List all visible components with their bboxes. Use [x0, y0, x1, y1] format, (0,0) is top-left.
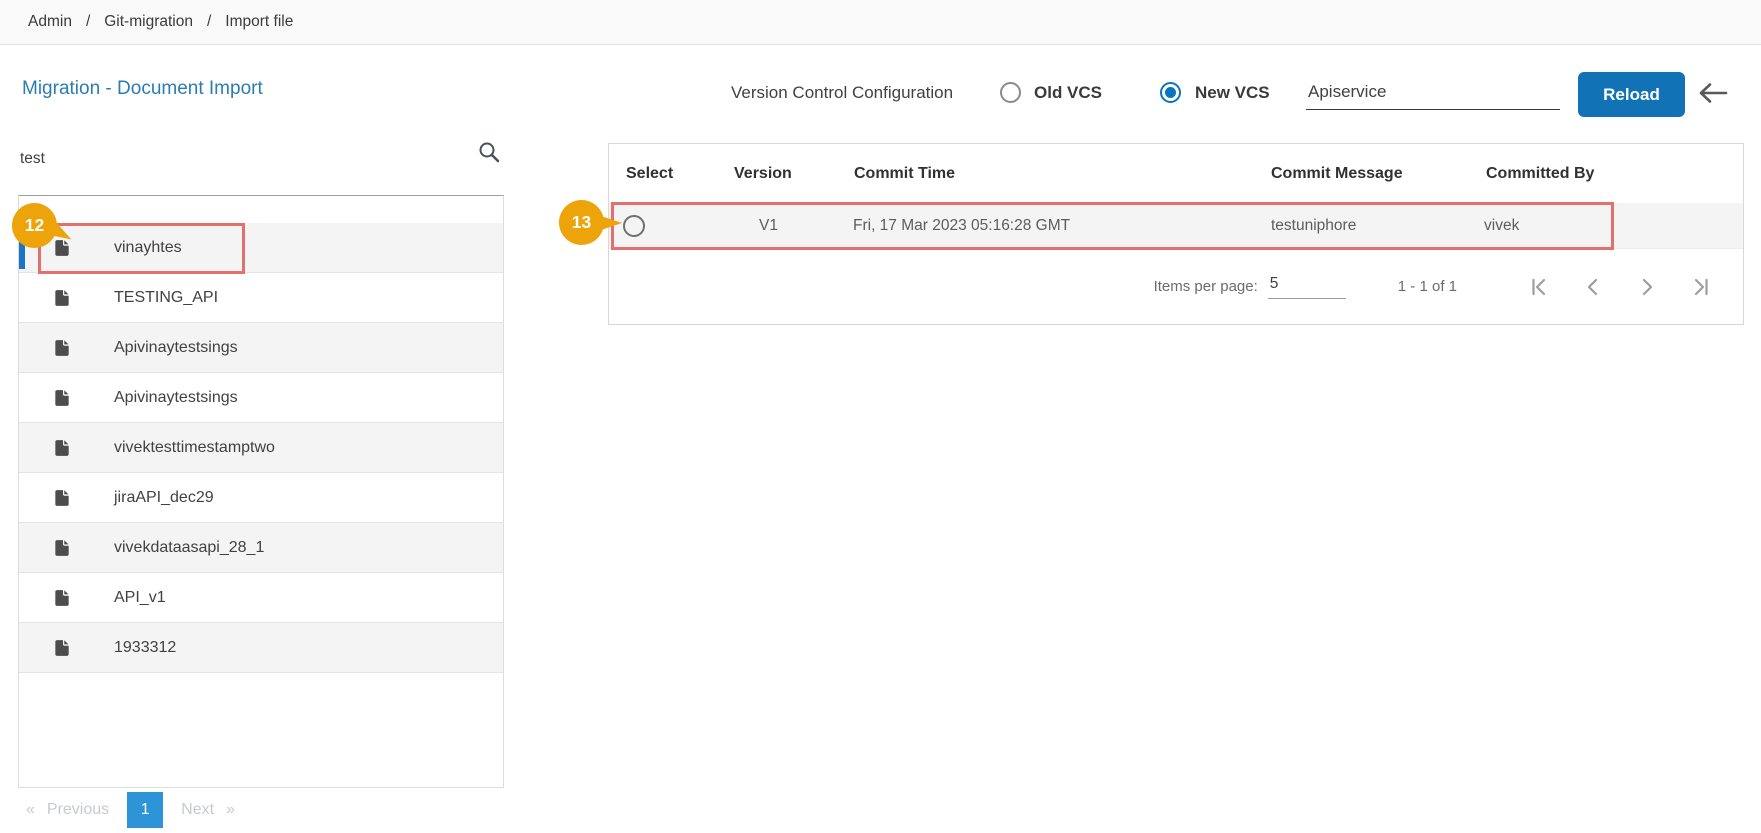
- commit-select-radio[interactable]: [623, 215, 645, 237]
- file-icon: [52, 337, 72, 359]
- commit-version: V1: [759, 203, 778, 249]
- file-item[interactable]: Apivinaytestsings: [19, 323, 503, 373]
- table-paginator: Items per page: 5 1 - 1 of 1: [609, 249, 1743, 324]
- breadcrumb-item-import-file[interactable]: Import file: [225, 13, 293, 31]
- file-list-panel: vinayhtes TESTING_API Apivinaytestsings …: [18, 195, 504, 788]
- commits-table: Select Version Commit Time Commit Messag…: [608, 143, 1744, 325]
- annotation-badge-12: 12: [12, 203, 57, 248]
- file-search-input[interactable]: [20, 144, 450, 174]
- file-icon: [52, 537, 72, 559]
- commit-time: Fri, 17 Mar 2023 05:16:28 GMT: [853, 203, 1070, 249]
- last-page-icon[interactable]: [1689, 275, 1713, 299]
- file-icon: [52, 287, 72, 309]
- file-item[interactable]: 1933312: [19, 623, 503, 673]
- file-item-label: Apivinaytestsings: [114, 389, 238, 407]
- file-item[interactable]: Apivinaytestsings: [19, 373, 503, 423]
- breadcrumb-separator: /: [86, 13, 90, 31]
- file-item[interactable]: TESTING_API: [19, 273, 503, 323]
- pagination-last-symbol[interactable]: »: [226, 801, 235, 819]
- file-item-label: 1933312: [114, 639, 176, 657]
- breadcrumb-separator: /: [207, 13, 211, 31]
- search-icon[interactable]: [477, 140, 501, 164]
- pagination-next[interactable]: Next: [181, 801, 214, 819]
- file-item-vinayhtes[interactable]: vinayhtes: [19, 223, 503, 273]
- file-item[interactable]: API_v1: [19, 573, 503, 623]
- commit-table-row[interactable]: V1 Fri, 17 Mar 2023 05:16:28 GMT testuni…: [609, 203, 1743, 249]
- pagination-first-symbol[interactable]: «: [26, 801, 35, 819]
- file-item-label: vivekdataasapi_28_1: [114, 539, 264, 557]
- file-icon: [52, 487, 72, 509]
- items-per-page-label: Items per page:: [1154, 278, 1258, 295]
- column-header-version: Version: [734, 144, 792, 203]
- chevron-left-icon[interactable]: [1581, 275, 1605, 299]
- items-per-page-value: 5: [1270, 275, 1279, 292]
- file-list-pagination: « Previous 1 Next »: [26, 791, 235, 829]
- vcs-config-label: Version Control Configuration: [731, 83, 953, 103]
- badge-number: 12: [25, 215, 44, 236]
- file-item-label: jiraAPI_dec29: [114, 489, 214, 507]
- paginator-range-label: 1 - 1 of 1: [1398, 278, 1457, 295]
- page-title: Migration - Document Import: [22, 78, 263, 100]
- file-icon: [52, 587, 72, 609]
- file-icon: [52, 637, 72, 659]
- old-vcs-radio-label[interactable]: Old VCS: [1034, 83, 1102, 103]
- chevron-right-icon[interactable]: [1635, 275, 1659, 299]
- reload-button[interactable]: Reload: [1578, 72, 1685, 117]
- file-item-label: vinayhtes: [114, 239, 182, 257]
- service-name-input[interactable]: [1306, 74, 1560, 110]
- migration-import-screen: Admin / Git-migration / Import file Migr…: [0, 0, 1761, 833]
- column-header-select: Select: [626, 144, 673, 203]
- file-item-label: Apivinaytestsings: [114, 339, 238, 357]
- pagination-previous[interactable]: Previous: [47, 801, 109, 819]
- breadcrumb-item-admin[interactable]: Admin: [28, 13, 72, 31]
- file-item[interactable]: jiraAPI_dec29: [19, 473, 503, 523]
- first-page-icon[interactable]: [1527, 275, 1551, 299]
- file-item-label: TESTING_API: [114, 289, 218, 307]
- file-item[interactable]: vivekdataasapi_28_1: [19, 523, 503, 573]
- commit-message: testuniphore: [1271, 203, 1356, 249]
- committed-by: vivek: [1484, 203, 1519, 249]
- file-item-label: API_v1: [114, 589, 166, 607]
- column-header-commit-message: Commit Message: [1271, 144, 1403, 203]
- breadcrumb: Admin / Git-migration / Import file: [0, 0, 1761, 45]
- breadcrumb-item-git-migration[interactable]: Git-migration: [104, 13, 193, 31]
- file-icon: [52, 387, 72, 409]
- new-vcs-radio-label[interactable]: New VCS: [1195, 83, 1270, 103]
- badge-number: 13: [572, 212, 591, 233]
- column-header-committed-by: Committed By: [1486, 144, 1594, 203]
- file-item[interactable]: vivektesttimestamptwo: [19, 423, 503, 473]
- new-vcs-radio[interactable]: [1160, 82, 1181, 103]
- file-icon: [52, 437, 72, 459]
- old-vcs-radio[interactable]: [1000, 82, 1021, 103]
- file-item-label: vivektesttimestamptwo: [114, 439, 275, 457]
- pagination-page-1[interactable]: 1: [127, 792, 163, 828]
- column-header-commit-time: Commit Time: [854, 144, 955, 203]
- annotation-badge-13: 13: [559, 200, 604, 245]
- back-arrow-icon[interactable]: [1697, 81, 1729, 105]
- items-per-page-select[interactable]: 5: [1268, 275, 1346, 299]
